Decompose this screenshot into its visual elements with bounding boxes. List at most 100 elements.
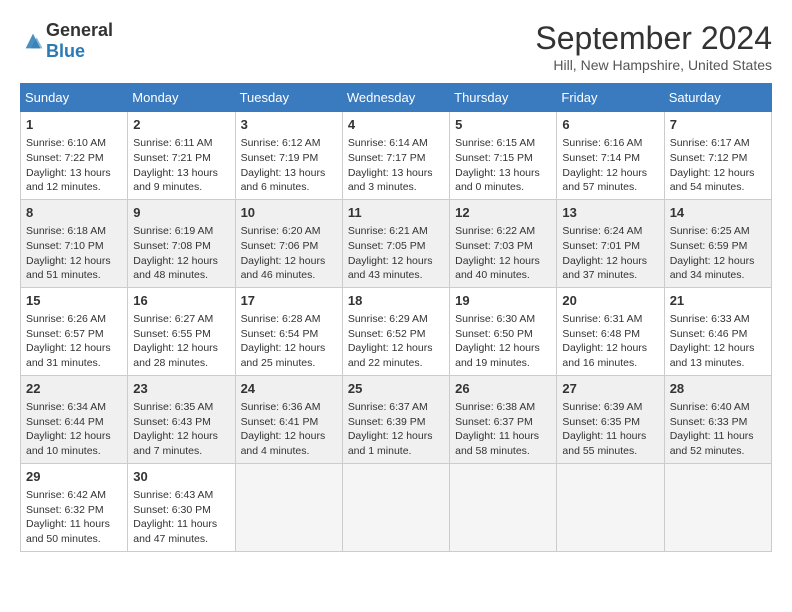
day-info: Sunrise: 6:17 AMSunset: 7:12 PMDaylight:… [670,136,766,195]
calendar-header-wednesday: Wednesday [342,84,449,112]
calendar-empty-cell [557,463,664,551]
calendar-day-27: 27 Sunrise: 6:39 AMSunset: 6:35 PMDayligh… [557,375,664,463]
day-number: 29 [26,468,122,486]
calendar-day-21: 21 Sunrise: 6:33 AMSunset: 6:46 PMDayligh… [664,287,771,375]
day-number: 19 [455,292,551,310]
calendar-header-row: SundayMondayTuesdayWednesdayThursdayFrid… [21,84,772,112]
day-info: Sunrise: 6:33 AMSunset: 6:46 PMDaylight:… [670,312,766,371]
day-number: 15 [26,292,122,310]
day-info: Sunrise: 6:42 AMSunset: 6:32 PMDaylight:… [26,488,122,547]
calendar-day-3: 3Sunrise: 6:12 AMSunset: 7:19 PMDaylight… [235,112,342,200]
calendar-header-tuesday: Tuesday [235,84,342,112]
calendar-day-4: 4 Sunrise: 6:14 AMSunset: 7:17 PMDaylight… [342,112,449,200]
logo-general-text: General [46,20,113,40]
calendar-day-28: 28Sunrise: 6:40 AMSunset: 6:33 PMDayligh… [664,375,771,463]
day-info: Sunrise: 6:21 AMSunset: 7:05 PMDaylight:… [348,224,444,283]
day-info: Sunrise: 6:22 AMSunset: 7:03 PMDaylight:… [455,224,551,283]
day-number: 8 [26,204,122,222]
calendar-day-17: 17Sunrise: 6:28 AMSunset: 6:54 PMDayligh… [235,287,342,375]
calendar-day-22: 22Sunrise: 6:34 AMSunset: 6:44 PMDayligh… [21,375,128,463]
day-info: Sunrise: 6:37 AMSunset: 6:39 PMDaylight:… [348,400,444,459]
day-info: Sunrise: 6:12 AMSunset: 7:19 PMDaylight:… [241,136,337,195]
day-info: Sunrise: 6:39 AMSunset: 6:35 PMDaylight:… [562,400,658,459]
day-number: 21 [670,292,766,310]
day-number: 24 [241,380,337,398]
logo-blue-text: Blue [46,41,85,61]
calendar-day-25: 25 Sunrise: 6:37 AMSunset: 6:39 PMDayligh… [342,375,449,463]
calendar-week-row: 22Sunrise: 6:34 AMSunset: 6:44 PMDayligh… [21,375,772,463]
calendar-day-15: 15 Sunrise: 6:26 AMSunset: 6:57 PMDayligh… [21,287,128,375]
day-number: 4 [348,116,444,134]
calendar-day-14: 14 Sunrise: 6:25 AMSunset: 6:59 PMDayligh… [664,199,771,287]
calendar-week-row: 29 Sunrise: 6:42 AMSunset: 6:32 PMDayligh… [21,463,772,551]
calendar-day-18: 18 Sunrise: 6:29 AMSunset: 6:52 PMDayligh… [342,287,449,375]
day-number: 18 [348,292,444,310]
calendar-day-5: 5 Sunrise: 6:15 AMSunset: 7:15 PMDaylight… [450,112,557,200]
calendar-week-row: 15 Sunrise: 6:26 AMSunset: 6:57 PMDayligh… [21,287,772,375]
day-number: 6 [562,116,658,134]
calendar-day-30: 30 Sunrise: 6:43 AMSunset: 6:30 PMDayligh… [128,463,235,551]
calendar-empty-cell [450,463,557,551]
calendar-day-24: 24 Sunrise: 6:36 AMSunset: 6:41 PMDayligh… [235,375,342,463]
calendar-header-sunday: Sunday [21,84,128,112]
logo-icon [22,30,44,52]
calendar-day-23: 23Sunrise: 6:35 AMSunset: 6:43 PMDayligh… [128,375,235,463]
day-number: 5 [455,116,551,134]
day-info: Sunrise: 6:34 AMSunset: 6:44 PMDaylight:… [26,400,122,459]
day-info: Sunrise: 6:26 AMSunset: 6:57 PMDaylight:… [26,312,122,371]
calendar-day-19: 19 Sunrise: 6:30 AMSunset: 6:50 PMDayligh… [450,287,557,375]
calendar-week-row: 1 Sunrise: 6:10 AMSunset: 7:22 PMDaylight… [21,112,772,200]
title-area: September 2024 Hill, New Hampshire, Unit… [535,20,772,73]
day-number: 11 [348,204,444,222]
day-info: Sunrise: 6:29 AMSunset: 6:52 PMDaylight:… [348,312,444,371]
day-number: 2 [133,116,229,134]
calendar-day-6: 6 Sunrise: 6:16 AMSunset: 7:14 PMDaylight… [557,112,664,200]
day-info: Sunrise: 6:36 AMSunset: 6:41 PMDaylight:… [241,400,337,459]
day-number: 12 [455,204,551,222]
calendar-header-thursday: Thursday [450,84,557,112]
day-info: Sunrise: 6:30 AMSunset: 6:50 PMDaylight:… [455,312,551,371]
day-info: Sunrise: 6:16 AMSunset: 7:14 PMDaylight:… [562,136,658,195]
calendar-day-20: 20 Sunrise: 6:31 AMSunset: 6:48 PMDayligh… [557,287,664,375]
calendar-day-7: 7Sunrise: 6:17 AMSunset: 7:12 PMDaylight… [664,112,771,200]
logo: General Blue [20,20,113,62]
calendar-empty-cell [235,463,342,551]
calendar-day-11: 11 Sunrise: 6:21 AMSunset: 7:05 PMDayligh… [342,199,449,287]
month-title: September 2024 [535,20,772,57]
day-info: Sunrise: 6:15 AMSunset: 7:15 PMDaylight:… [455,136,551,195]
day-info: Sunrise: 6:14 AMSunset: 7:17 PMDaylight:… [348,136,444,195]
day-number: 10 [241,204,337,222]
calendar-day-2: 2 Sunrise: 6:11 AMSunset: 7:21 PMDaylight… [128,112,235,200]
day-number: 1 [26,116,122,134]
calendar-day-26: 26 Sunrise: 6:38 AMSunset: 6:37 PMDayligh… [450,375,557,463]
day-number: 13 [562,204,658,222]
calendar-day-10: 10Sunrise: 6:20 AMSunset: 7:06 PMDayligh… [235,199,342,287]
day-number: 23 [133,380,229,398]
calendar-day-13: 13Sunrise: 6:24 AMSunset: 7:01 PMDayligh… [557,199,664,287]
calendar-day-29: 29 Sunrise: 6:42 AMSunset: 6:32 PMDayligh… [21,463,128,551]
calendar-week-row: 8Sunrise: 6:18 AMSunset: 7:10 PMDaylight… [21,199,772,287]
day-number: 30 [133,468,229,486]
day-info: Sunrise: 6:28 AMSunset: 6:54 PMDaylight:… [241,312,337,371]
day-number: 25 [348,380,444,398]
day-info: Sunrise: 6:10 AMSunset: 7:22 PMDaylight:… [26,136,122,195]
day-number: 28 [670,380,766,398]
day-number: 14 [670,204,766,222]
location-title: Hill, New Hampshire, United States [535,57,772,73]
header: General Blue September 2024 Hill, New Ha… [20,20,772,73]
calendar-day-12: 12 Sunrise: 6:22 AMSunset: 7:03 PMDayligh… [450,199,557,287]
calendar-empty-cell [342,463,449,551]
day-info: Sunrise: 6:43 AMSunset: 6:30 PMDaylight:… [133,488,229,547]
day-number: 9 [133,204,229,222]
calendar-table: SundayMondayTuesdayWednesdayThursdayFrid… [20,83,772,552]
day-info: Sunrise: 6:38 AMSunset: 6:37 PMDaylight:… [455,400,551,459]
calendar-day-8: 8Sunrise: 6:18 AMSunset: 7:10 PMDaylight… [21,199,128,287]
day-info: Sunrise: 6:25 AMSunset: 6:59 PMDaylight:… [670,224,766,283]
day-number: 26 [455,380,551,398]
day-info: Sunrise: 6:11 AMSunset: 7:21 PMDaylight:… [133,136,229,195]
day-info: Sunrise: 6:31 AMSunset: 6:48 PMDaylight:… [562,312,658,371]
calendar-header-friday: Friday [557,84,664,112]
calendar-header-saturday: Saturday [664,84,771,112]
day-number: 27 [562,380,658,398]
day-number: 20 [562,292,658,310]
